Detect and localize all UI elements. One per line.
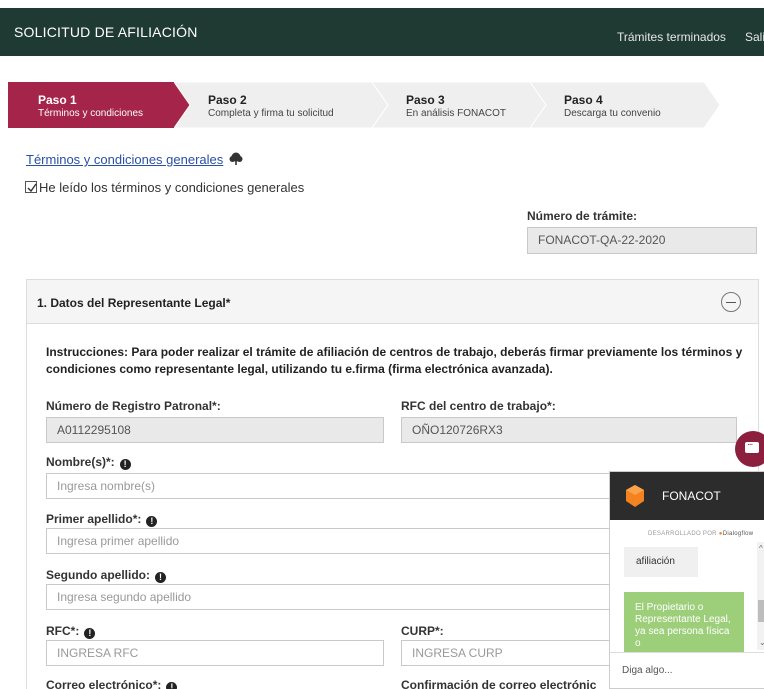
instructions-text: Instrucciones: Para poder realizar el tr… — [46, 345, 743, 376]
chat-bot-message: El Propietario o Representante Legal, ya… — [624, 592, 744, 652]
tramite-label: Número de trámite: — [527, 209, 638, 223]
terms-link[interactable]: Términos y condiciones generales — [26, 152, 223, 167]
terms-checkbox[interactable] — [25, 181, 37, 193]
step-2[interactable]: Paso 2 Completa y firma tu solicitud — [174, 82, 388, 128]
chat-scroll-thumb[interactable] — [758, 600, 764, 622]
info-icon[interactable]: ! — [155, 572, 166, 583]
chevron-up-icon[interactable]: ^ — [759, 544, 763, 553]
nav-finished-link[interactable]: Trámites terminados — [617, 30, 726, 44]
step-4-label: Descarga tu convenio — [564, 108, 661, 119]
step-2-number: Paso 2 — [208, 93, 247, 107]
page-title: SOLICITUD DE AFILIACIÓN — [14, 24, 198, 40]
tree-icon — [229, 152, 243, 165]
segundo-apellido-label: Segundo apellido:! — [46, 568, 166, 583]
step-2-label: Completa y firma tu solicitud — [208, 108, 334, 119]
rfc-input[interactable]: INGRESA RFC — [46, 640, 384, 666]
step-3[interactable]: Paso 3 En análisis FONACOT — [372, 82, 546, 128]
dialogflow-logo-icon — [626, 485, 644, 507]
step-3-number: Paso 3 — [406, 93, 445, 107]
step-1-label: Términos y condiciones — [38, 108, 144, 119]
info-icon[interactable]: ! — [84, 628, 96, 639]
terms-checkbox-label: He leído los términos y condiciones gene… — [39, 180, 305, 195]
rfc-centro-field: OÑO120726RX3 — [401, 417, 737, 443]
step-3-label: En análisis FONACOT — [406, 108, 507, 119]
confirm-correo-label: Confirmación de correo electrónic — [401, 678, 597, 689]
chat-user-message: afiliación — [624, 547, 698, 577]
chat-header: FONACOT — [610, 472, 764, 520]
step-4[interactable]: Paso 4 Descarga tu convenio — [530, 82, 720, 128]
chat-scrollbar[interactable]: ^ ⌄ — [757, 542, 764, 650]
panel-header[interactable]: 1. Datos del Representante Legal* — [27, 280, 758, 324]
chat-widget: FONACOT DESARROLLADO POR ●Dialogflow afi… — [609, 471, 764, 689]
tramite-number-field: FONACOT-QA-22-2020 — [527, 227, 757, 254]
step-1[interactable]: Paso 1 Términos y condiciones — [8, 82, 190, 128]
info-icon[interactable]: ! — [166, 682, 178, 689]
primer-apellido-label: Primer apellido*:! — [46, 512, 158, 527]
registro-field: A0112295108 — [46, 417, 384, 443]
step-1-number: Paso 1 — [38, 93, 77, 107]
check-icon — [27, 183, 37, 193]
chat-input[interactable]: Diga algo... — [610, 652, 764, 688]
step-wizard: Paso 1 Términos y condiciones Paso 2 Com… — [8, 82, 764, 128]
top-bar: SOLICITUD DE AFILIACIÓN Trámites termina… — [0, 8, 764, 56]
panel-title: 1. Datos del Representante Legal* — [37, 296, 231, 310]
step-4-number: Paso 4 — [564, 93, 603, 107]
nombre-label: Nombre(s)*:! — [46, 455, 131, 470]
chat-powered-by: DESARROLLADO POR ●Dialogflow — [648, 531, 754, 537]
rfc-label: RFC*:! — [46, 624, 96, 639]
chevron-down-icon[interactable]: ⌄ — [759, 638, 764, 647]
nav-exit-link[interactable]: Sali — [745, 30, 764, 44]
curp-label: CURP*: — [401, 624, 444, 638]
rfc-centro-label: RFC del centro de trabajo*: — [401, 399, 556, 413]
info-icon[interactable]: ! — [146, 516, 158, 527]
chat-icon — [745, 437, 759, 453]
registro-label: Número de Registro Patronal*: — [46, 399, 221, 413]
collapse-icon[interactable] — [721, 292, 741, 312]
chat-bot-name: FONACOT — [662, 489, 721, 503]
info-icon[interactable]: ! — [119, 459, 131, 470]
correo-label: Correo electrónico*:! — [46, 678, 178, 689]
chat-toggle-button[interactable] — [735, 431, 764, 467]
